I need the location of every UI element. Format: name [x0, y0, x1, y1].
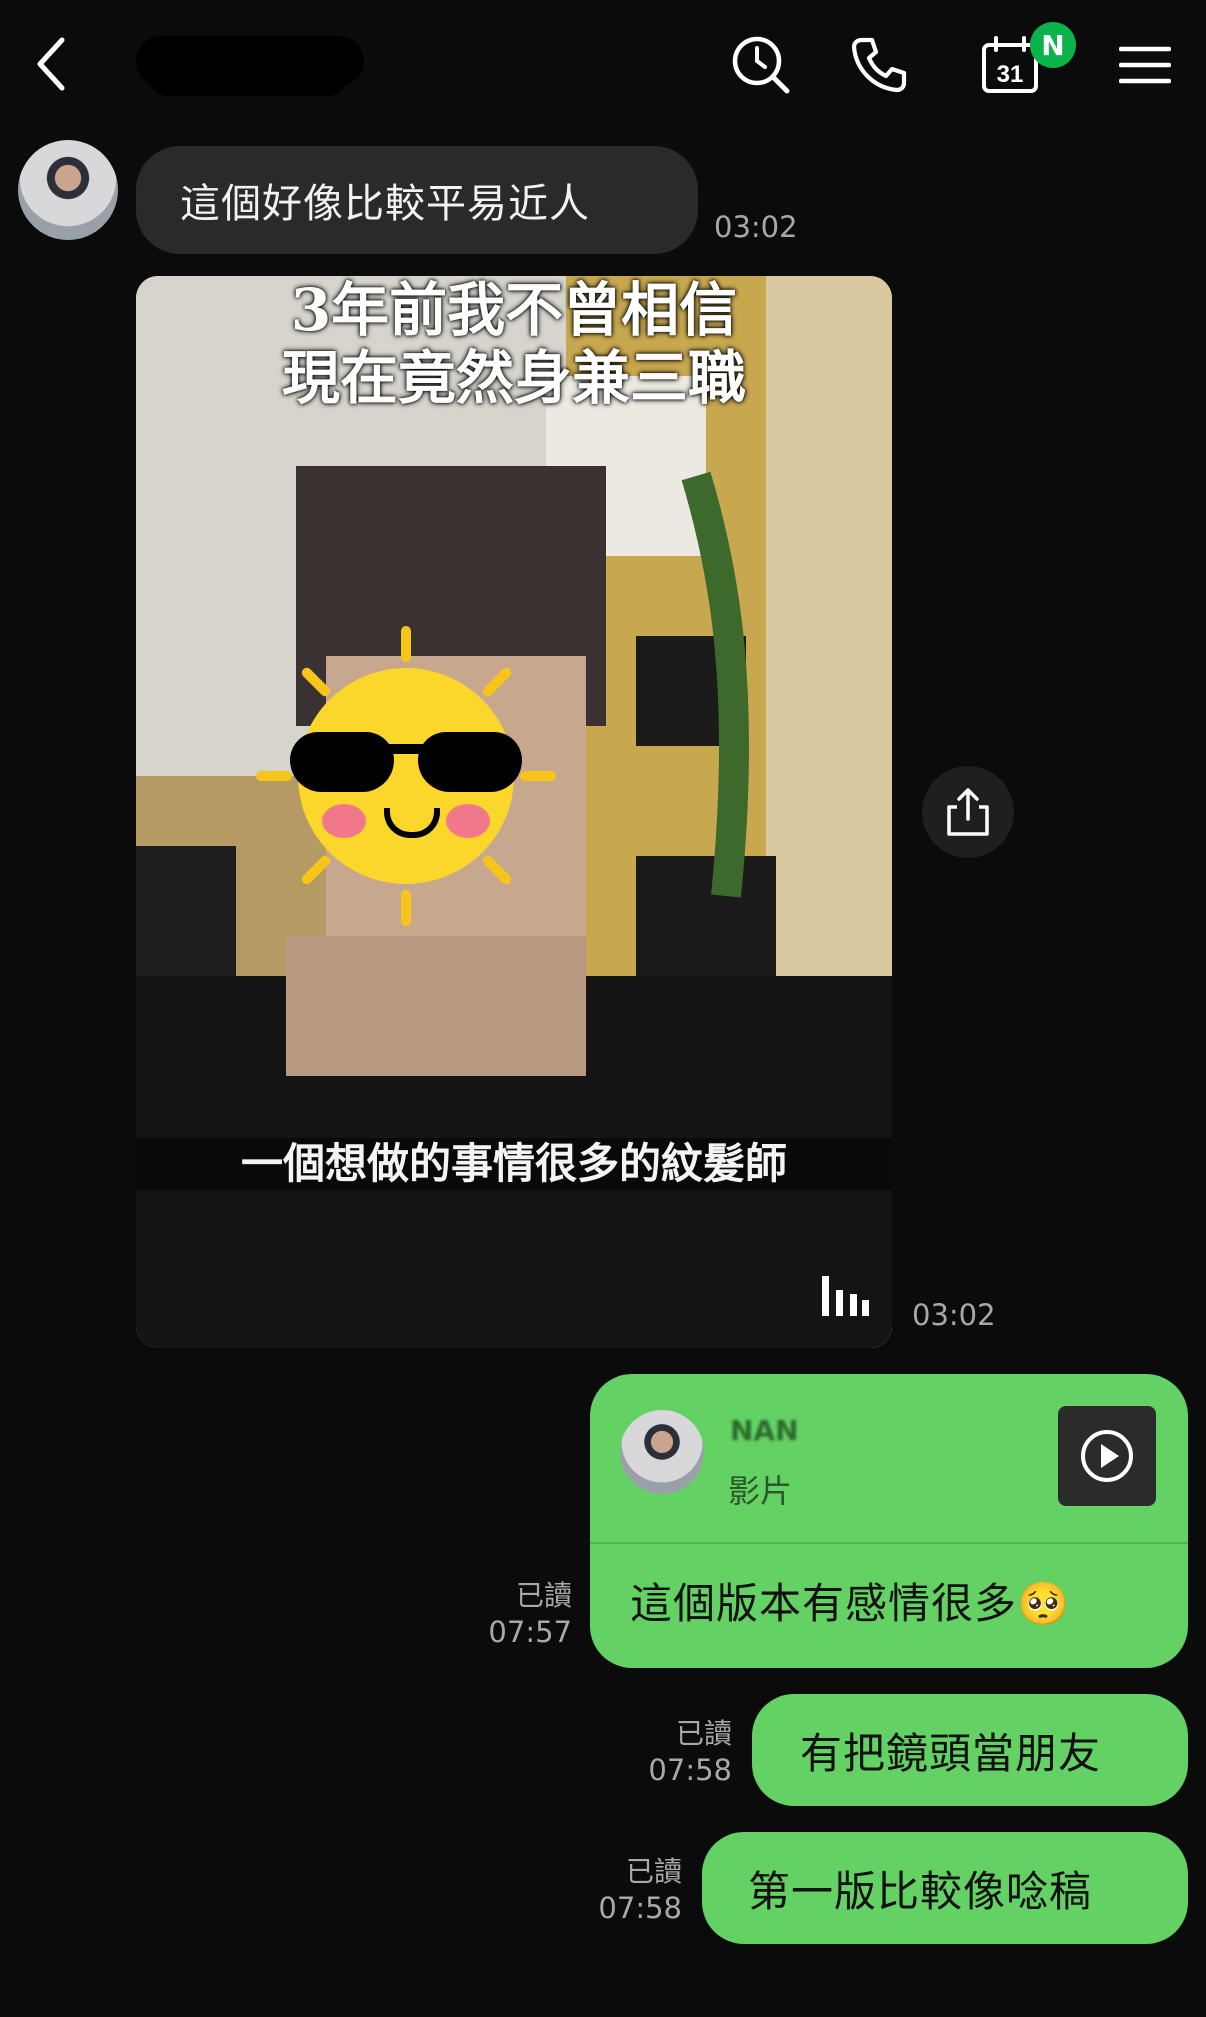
read-label: 已讀 — [515, 1579, 572, 1612]
read-time: 07:58 — [648, 1753, 732, 1787]
read-receipt: 已讀 07:58 — [620, 1716, 732, 1788]
video-title: 3年前我不曾相信 現在竟然身兼三職 — [136, 276, 892, 412]
quoted-sender-avatar — [620, 1410, 704, 1494]
outgoing-message-bubble[interactable]: 第一版比較像唸稿 — [702, 1832, 1188, 1944]
audio-bars-icon[interactable] — [820, 1272, 870, 1318]
read-receipt: 已讀 07:57 — [460, 1578, 572, 1650]
phone-icon — [851, 37, 907, 93]
search-button[interactable] — [726, 30, 796, 100]
read-label: 已讀 — [675, 1717, 732, 1750]
read-receipt: 已讀 07:58 — [570, 1854, 682, 1926]
incoming-message-text: 這個好像比較平易近人 — [180, 181, 590, 227]
reply-message-text: 這個版本有感情很多🥺 — [630, 1579, 1071, 1628]
calendar-new-badge: N — [1030, 22, 1076, 68]
chevron-left-icon — [37, 37, 65, 91]
redaction-mark — [148, 56, 348, 96]
video-title-line-1: 3年前我不曾相信 — [290, 276, 738, 344]
share-icon — [947, 788, 989, 836]
outgoing-message-text: 有把鏡頭當朋友 — [800, 1728, 1102, 1778]
back-button[interactable] — [22, 28, 82, 100]
contact-avatar[interactable] — [18, 140, 118, 240]
read-time: 07:57 — [488, 1615, 572, 1649]
quoted-video-thumbnail — [1058, 1406, 1156, 1506]
video-timestamp: 03:02 — [912, 1298, 996, 1332]
quoted-message[interactable]: NAN 影片 — [590, 1374, 1188, 1544]
sunglasses-emoji-sticker — [256, 626, 556, 926]
hamburger-menu-icon — [1119, 46, 1171, 84]
read-time: 07:58 — [598, 1891, 682, 1925]
menu-button[interactable] — [1110, 30, 1180, 100]
outgoing-reply-bubble[interactable]: NAN 影片 這個版本有感情很多🥺 — [590, 1374, 1188, 1668]
read-label: 已讀 — [625, 1855, 682, 1888]
video-title-line-2: 現在竟然身兼三職 — [281, 344, 746, 412]
play-icon — [1081, 1430, 1133, 1482]
call-button[interactable] — [844, 30, 914, 100]
incoming-message-bubble[interactable]: 這個好像比較平易近人 — [136, 146, 698, 254]
message-timestamp: 03:02 — [714, 210, 798, 244]
share-button[interactable] — [922, 766, 1014, 858]
video-message[interactable]: 3年前我不曾相信 現在竟然身兼三職 一個想做的事情很多的紋髮師 — [136, 276, 892, 1348]
quoted-sender-name: NAN — [730, 1414, 799, 1447]
outgoing-message-bubble[interactable]: 有把鏡頭當朋友 — [752, 1694, 1188, 1806]
quoted-message-type: 影片 — [728, 1472, 793, 1510]
video-subtitle: 一個想做的事情很多的紋髮師 — [240, 1139, 787, 1188]
search-clock-icon — [732, 36, 790, 94]
calendar-day: 31 — [997, 61, 1024, 88]
outgoing-message-text: 第一版比較像唸稿 — [748, 1866, 1093, 1916]
